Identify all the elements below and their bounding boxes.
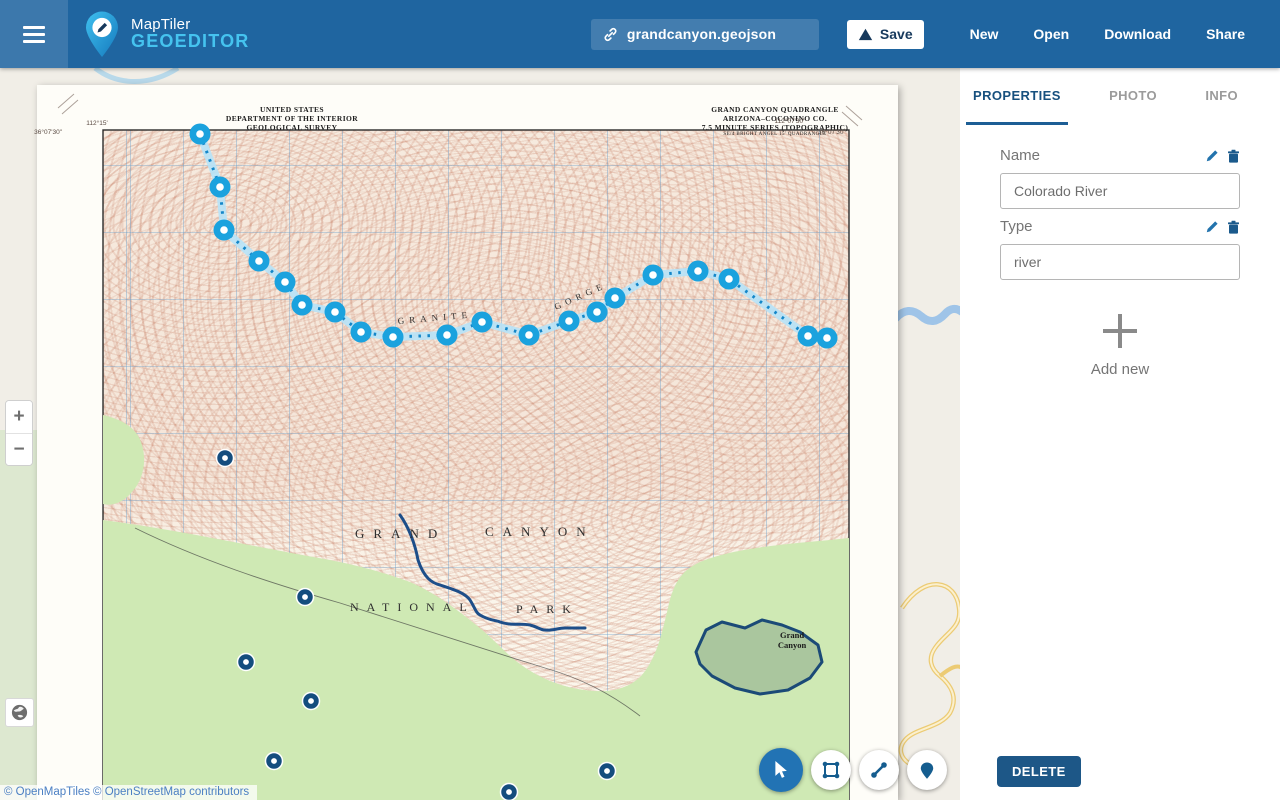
tab-properties[interactable]: PROPERTIES — [966, 68, 1068, 125]
polygon-tool-icon — [821, 760, 841, 780]
add-new-label: Add new — [1091, 361, 1149, 378]
delete-type-trash-icon[interactable] — [1227, 220, 1240, 234]
delete-name-trash-icon[interactable] — [1227, 149, 1240, 163]
filename-text: grandcanyon.geojson — [627, 26, 776, 42]
name-field-input[interactable] — [1000, 173, 1240, 209]
nav-open[interactable]: Open — [1033, 26, 1069, 42]
field-type: Type — [1000, 218, 1240, 280]
link-icon — [603, 27, 618, 42]
marker-tool-icon — [918, 761, 936, 780]
app-logo[interactable]: MapTiler GEOEDITOR — [82, 11, 249, 58]
brand-name: MapTiler — [131, 17, 249, 33]
tab-info[interactable]: INFO — [1198, 68, 1245, 125]
line-tool-button[interactable] — [859, 750, 899, 790]
save-button[interactable]: Save — [847, 20, 924, 49]
main-nav: New Open Download Share — [970, 26, 1280, 42]
marker-tool-button[interactable] — [907, 750, 947, 790]
field-name: Name — [1000, 147, 1240, 209]
name-field-label: Name — [1000, 147, 1040, 164]
usgs-agency-title: UNITED STATES DEPARTMENT OF THE INTERIOR… — [226, 105, 358, 132]
zoom-control: + − — [5, 400, 33, 466]
map-attribution: © OpenMapTiles© OpenStreetMap contributo… — [0, 785, 257, 800]
pointer-tool-icon — [773, 761, 789, 779]
edit-name-pencil-icon[interactable] — [1205, 149, 1219, 163]
select-tool-button[interactable] — [759, 748, 803, 792]
tab-photo[interactable]: PHOTO — [1102, 68, 1164, 125]
map-canvas[interactable]: UNITED STATES DEPARTMENT OF THE INTERIOR… — [0, 68, 960, 800]
plus-icon — [1103, 314, 1137, 348]
edit-type-pencil-icon[interactable] — [1205, 220, 1219, 234]
sidebar-tabs: PROPERTIES PHOTO INFO — [960, 68, 1280, 125]
brand-product: GEOEDITOR — [131, 32, 249, 51]
nav-download[interactable]: Download — [1104, 26, 1171, 42]
draw-toolbar — [759, 748, 947, 792]
quadrangle-title: GRAND CANYON QUADRANGLE ARIZONA–COCONINO… — [702, 105, 848, 138]
attribution-osm-link[interactable]: © OpenStreetMap contributors — [93, 786, 249, 798]
zoom-out-button[interactable]: − — [6, 433, 32, 465]
nav-new[interactable]: New — [970, 26, 999, 42]
properties-sidebar: PROPERTIES PHOTO INFO Name — [960, 68, 1280, 800]
globe-icon — [10, 703, 29, 722]
filename-input[interactable]: grandcanyon.geojson — [591, 19, 819, 50]
add-new-property-button[interactable]: Add new — [1000, 314, 1240, 378]
delete-feature-button[interactable]: DELETE — [997, 756, 1081, 787]
zoom-in-button[interactable]: + — [6, 401, 32, 433]
save-drive-icon — [858, 28, 873, 41]
line-tool-icon — [869, 760, 889, 780]
type-field-input[interactable] — [1000, 244, 1240, 280]
polygon-tool-button[interactable] — [811, 750, 851, 790]
basemap-switcher-button[interactable] — [5, 698, 34, 727]
logo-pin-icon — [82, 11, 122, 58]
attribution-openmaptiles-link[interactable]: © OpenMapTiles — [4, 786, 90, 798]
type-field-label: Type — [1000, 218, 1033, 235]
hamburger-menu-icon[interactable] — [0, 0, 68, 68]
nav-share[interactable]: Share — [1206, 26, 1245, 42]
app-header: MapTiler GEOEDITOR grandcanyon.geojson S… — [0, 0, 1280, 68]
topo-map-frame-area — [103, 130, 849, 800]
topo-map-sheet: UNITED STATES DEPARTMENT OF THE INTERIOR… — [37, 85, 898, 800]
